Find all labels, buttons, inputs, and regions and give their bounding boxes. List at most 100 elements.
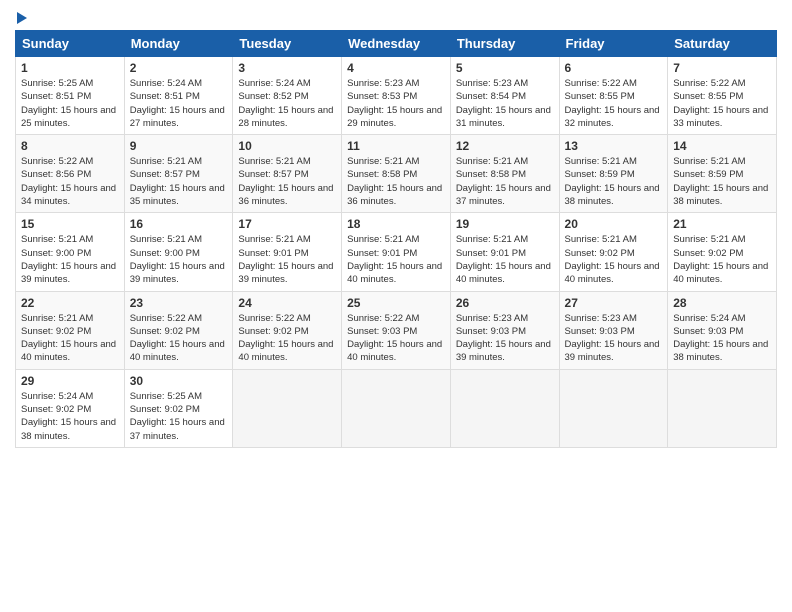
day-info: Sunrise: 5:21 AMSunset: 9:00 PMDaylight:… (21, 233, 119, 286)
calendar-cell: 11 Sunrise: 5:21 AMSunset: 8:58 PMDayligh… (342, 135, 451, 213)
logo (15, 10, 27, 24)
sunrise-text: Sunrise: 5:23 AM (347, 78, 419, 89)
sunrise-text: Sunrise: 5:22 AM (347, 313, 419, 324)
daylight-text: Daylight: 15 hours and 31 minutes. (456, 105, 551, 129)
day-number: 26 (456, 296, 554, 310)
calendar-table: SundayMondayTuesdayWednesdayThursdayFrid… (15, 30, 777, 448)
daylight-text: Daylight: 15 hours and 40 minutes. (21, 339, 116, 363)
sunset-text: Sunset: 9:00 PM (130, 248, 200, 259)
day-number: 24 (238, 296, 336, 310)
sunrise-text: Sunrise: 5:23 AM (456, 313, 528, 324)
day-info: Sunrise: 5:21 AMSunset: 8:58 PMDaylight:… (456, 155, 554, 208)
calendar-cell: 25Sunrise: 5:22 AMSunset: 9:03 PMDayligh… (342, 291, 451, 369)
day-number: 18 (347, 217, 445, 231)
daylight-text: Daylight: 15 hours and 40 minutes. (673, 261, 768, 285)
calendar-header-sunday: Sunday (16, 31, 125, 57)
sunrise-text: Sunrise: 5:22 AM (21, 156, 93, 167)
daylight-text: Daylight: 15 hours and 39 minutes. (130, 261, 225, 285)
calendar-cell: 4Sunrise: 5:23 AMSunset: 8:53 PMDaylight… (342, 57, 451, 135)
day-number: 12 (456, 139, 554, 153)
daylight-text: Daylight: 15 hours and 40 minutes. (565, 261, 660, 285)
sunrise-text: Sunrise: 5:23 AM (456, 78, 528, 89)
calendar-cell: 24Sunrise: 5:22 AMSunset: 9:02 PMDayligh… (233, 291, 342, 369)
sunset-text: Sunset: 8:51 PM (130, 91, 200, 102)
sunset-text: Sunset: 9:03 PM (347, 326, 417, 337)
calendar-cell: 13Sunrise: 5:21 AMSunset: 8:59 PMDayligh… (559, 135, 668, 213)
sunset-text: Sunset: 9:01 PM (347, 248, 417, 259)
header (15, 10, 777, 24)
sunrise-text: Sunrise: 5:24 AM (238, 78, 310, 89)
sunrise-text: Sunrise: 5:24 AM (673, 313, 745, 324)
day-info: Sunrise: 5:21 AMSunset: 8:58 PMDaylight:… (347, 155, 445, 208)
day-info: Sunrise: 5:21 AMSunset: 8:57 PMDaylight:… (130, 155, 228, 208)
daylight-text: Daylight: 15 hours and 29 minutes. (347, 105, 442, 129)
calendar-week-row: 1Sunrise: 5:25 AMSunset: 8:51 PMDaylight… (16, 57, 777, 135)
day-info: Sunrise: 5:22 AMSunset: 8:56 PMDaylight:… (21, 155, 119, 208)
calendar-cell: 27Sunrise: 5:23 AMSunset: 9:03 PMDayligh… (559, 291, 668, 369)
sunset-text: Sunset: 9:03 PM (565, 326, 635, 337)
sunrise-text: Sunrise: 5:22 AM (130, 313, 202, 324)
calendar-header-thursday: Thursday (450, 31, 559, 57)
calendar-cell: 18 Sunrise: 5:21 AM Sunset: 9:01 PM Dayligh… (342, 213, 451, 291)
daylight-text: Daylight: 15 hours and 38 minutes. (673, 339, 768, 363)
day-number: 8 (21, 139, 119, 153)
calendar-cell (450, 369, 559, 447)
sunset-text: Sunset: 9:03 PM (673, 326, 743, 337)
day-number: 14 (673, 139, 771, 153)
day-number: 22 (21, 296, 119, 310)
day-number: 17 (238, 217, 336, 231)
day-number: 16 (130, 217, 228, 231)
daylight-text: Daylight: 15 hours and 33 minutes. (673, 105, 768, 129)
day-number: 23 (130, 296, 228, 310)
sunrise-text: Sunrise: 5:22 AM (565, 78, 637, 89)
sunrise-text: Sunrise: 5:21 AM (347, 234, 419, 245)
calendar-cell: 15Sunrise: 5:21 AMSunset: 9:00 PMDayligh… (16, 213, 125, 291)
daylight-text: Daylight: 15 hours and 40 minutes. (456, 261, 551, 285)
daylight-text: Daylight: 15 hours and 28 minutes. (238, 105, 333, 129)
calendar-week-row: 29Sunrise: 5:24 AMSunset: 9:02 PMDayligh… (16, 369, 777, 447)
sunrise-text: Sunrise: 5:21 AM (565, 156, 637, 167)
daylight-text: Daylight: 15 hours and 38 minutes. (21, 417, 116, 441)
calendar-header-wednesday: Wednesday (342, 31, 451, 57)
sunset-text: Sunset: 9:03 PM (456, 326, 526, 337)
day-number: 11 (347, 139, 445, 153)
day-info: Sunrise: 5:22 AMSunset: 8:55 PMDaylight:… (673, 77, 771, 130)
calendar-week-row: 8 Sunrise: 5:22 AMSunset: 8:56 PMDaylight… (16, 135, 777, 213)
calendar-cell: 26 Sunrise: 5:23 AM Sunset: 9:03 PM Dayligh… (450, 291, 559, 369)
sunset-text: Sunset: 9:02 PM (238, 326, 308, 337)
daylight-text: Daylight: 15 hours and 39 minutes. (456, 339, 551, 363)
sunset-text: Sunset: 8:51 PM (21, 91, 91, 102)
day-number: 19 (456, 217, 554, 231)
day-info: Sunrise: 5:24 AMSunset: 8:51 PMDaylight:… (130, 77, 228, 130)
day-number: 9 (130, 139, 228, 153)
day-info: Sunrise: 5:23 AMSunset: 8:53 PMDaylight:… (347, 77, 445, 130)
daylight-text: Daylight: 15 hours and 40 minutes. (130, 339, 225, 363)
sunrise-text: Sunrise: 5:21 AM (456, 234, 528, 245)
sunset-text: Sunset: 9:01 PM (238, 248, 308, 259)
day-number: 6 (565, 61, 663, 75)
calendar-week-row: 15Sunrise: 5:21 AMSunset: 9:00 PMDayligh… (16, 213, 777, 291)
calendar-cell: 19Sunrise: 5:21 AMSunset: 9:01 PMDayligh… (450, 213, 559, 291)
sunrise-text: Sunrise: 5:22 AM (238, 313, 310, 324)
daylight-text: Daylight: 15 hours and 38 minutes. (673, 183, 768, 207)
day-number: 2 (130, 61, 228, 75)
calendar-header-monday: Monday (124, 31, 233, 57)
day-info: Sunrise: 5:21 AM Sunset: 9:01 PM Daylight:… (347, 233, 445, 286)
daylight-text: Daylight: 15 hours and 39 minutes. (21, 261, 116, 285)
day-info: Sunrise: 5:21 AMSunset: 9:00 PMDaylight:… (130, 233, 228, 286)
day-info: Sunrise: 5:23 AMSunset: 9:03 PMDaylight:… (565, 312, 663, 365)
day-number: 1 (21, 61, 119, 75)
daylight-text: Daylight: 15 hours and 40 minutes. (347, 261, 442, 285)
sunset-text: Sunset: 8:55 PM (673, 91, 743, 102)
calendar-header-friday: Friday (559, 31, 668, 57)
calendar-cell: 12 Sunrise: 5:21 AMSunset: 8:58 PMDayligh… (450, 135, 559, 213)
day-number: 3 (238, 61, 336, 75)
day-info: Sunrise: 5:22 AMSunset: 9:02 PMDaylight:… (238, 312, 336, 365)
daylight-text: Daylight: 15 hours and 39 minutes. (565, 339, 660, 363)
day-info: Sunrise: 5:21 AMSunset: 9:02 PMDaylight:… (673, 233, 771, 286)
sunrise-text: Sunrise: 5:24 AM (130, 78, 202, 89)
daylight-text: Daylight: 15 hours and 34 minutes. (21, 183, 116, 207)
sunset-text: Sunset: 8:58 PM (456, 169, 526, 180)
calendar-cell: 21Sunrise: 5:21 AMSunset: 9:02 PMDayligh… (668, 213, 777, 291)
day-info: Sunrise: 5:22 AMSunset: 8:55 PMDaylight:… (565, 77, 663, 130)
